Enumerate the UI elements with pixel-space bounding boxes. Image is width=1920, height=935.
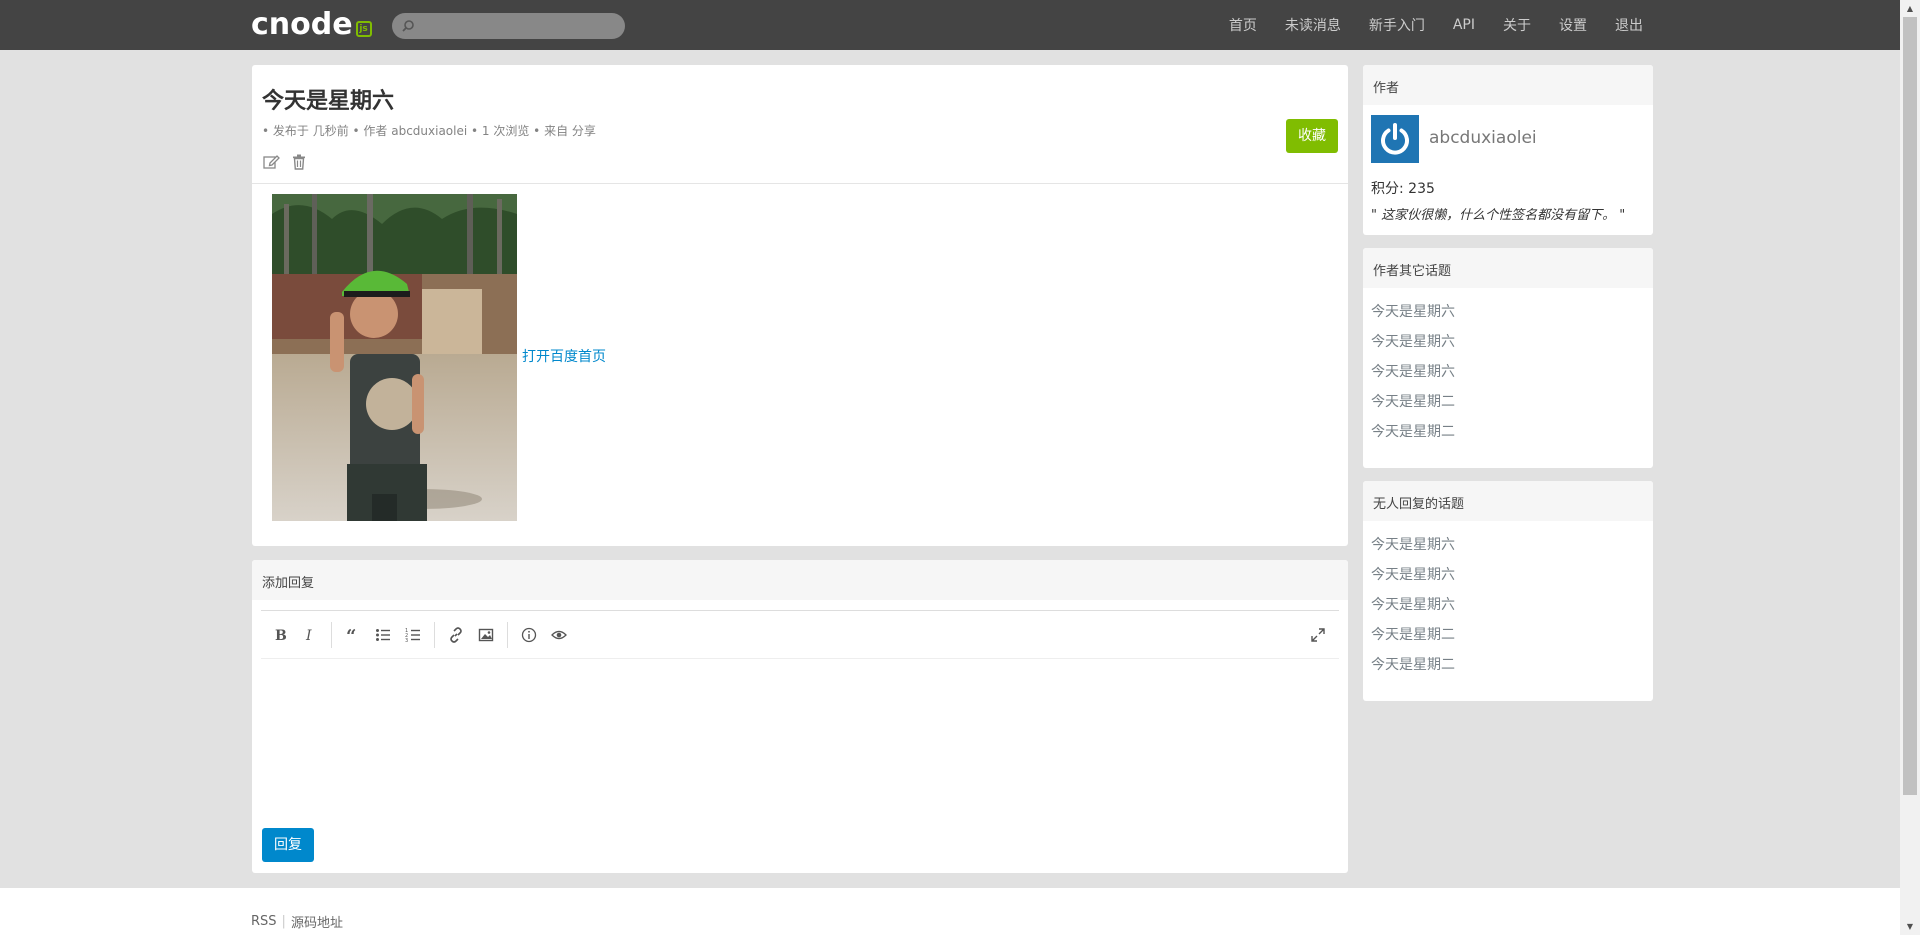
list-item[interactable]: 今天是星期二 [1371,627,1455,657]
nav-getstart[interactable]: 新手入门 [1369,15,1425,35]
trash-icon[interactable] [290,153,308,171]
list-item[interactable]: 今天是星期六 [1371,597,1455,627]
search-input[interactable] [392,13,625,39]
italic-icon[interactable]: I [295,620,325,650]
other-topics-list: 今天是星期六 今天是星期六 今天是星期六 今天是星期二 今天是星期二 [1371,304,1455,454]
list-item[interactable]: 今天是星期六 [1371,364,1455,394]
topic-meta: • 发布于 几秒前 • 作者 abcduxiaolei • 1 次浏览 • 来自… [262,124,596,138]
logo-text: cnode [251,7,353,42]
favorite-button[interactable]: 收藏 [1286,119,1338,153]
topic-photo [272,194,517,521]
page-scrollbar[interactable]: ▲ ▼ [1900,0,1920,935]
source-link[interactable]: 源码地址 [291,912,343,931]
topic-divider [252,183,1348,184]
ordered-list-icon[interactable]: 1 2 3 [398,620,428,650]
author-panel: 作者 abcduxiaolei 积分: 235 " 这家伙很懒，什么个性签名都没… [1363,65,1653,235]
toolbar-separator [507,621,508,648]
nav-about[interactable]: 关于 [1503,15,1531,35]
author-header-label: 作者 [1373,81,1400,96]
list-item[interactable]: 今天是星期六 [1371,304,1455,334]
topic-actions [262,153,318,171]
noreply-topics-header: 无人回复的话题 [1363,481,1653,521]
svg-text:I: I [305,628,312,643]
svg-text:3: 3 [405,638,408,643]
nav-unread[interactable]: 未读消息 [1285,15,1341,35]
link-icon[interactable] [441,620,471,650]
list-item[interactable]: 今天是星期二 [1371,657,1455,687]
nav-api[interactable]: API [1453,17,1475,33]
other-topics-header: 作者其它话题 [1363,248,1653,288]
reply-panel: 添加回复 B I “ 1 2 3 回复 [252,560,1348,873]
image-icon[interactable] [471,620,501,650]
baidu-link[interactable]: 打开百度首页 [522,346,606,366]
noreply-topics-panel: 无人回复的话题 今天是星期六 今天是星期六 今天是星期六 今天是星期二 今天是星… [1363,481,1653,701]
other-topics-header-label: 作者其它话题 [1373,264,1452,279]
rss-link[interactable]: RSS [251,914,277,929]
fullscreen-icon[interactable] [1303,620,1333,650]
nav-settings[interactable]: 设置 [1559,15,1587,35]
cnode-logo[interactable]: cnode js [251,7,372,43]
edit-icon[interactable] [262,153,280,171]
scroll-down-icon[interactable]: ▼ [1900,918,1920,935]
footer: RSS | 源码地址 [0,888,1900,935]
author-name[interactable]: abcduxiaolei [1429,128,1537,148]
reply-submit-button[interactable]: 回复 [262,828,314,862]
scroll-up-icon[interactable]: ▲ [1900,0,1920,17]
list-item[interactable]: 今天是星期六 [1371,537,1455,567]
svg-text:“: “ [346,627,356,643]
list-item[interactable]: 今天是星期二 [1371,394,1455,424]
reply-header-label: 添加回复 [262,576,315,591]
svg-text:B: B [275,628,287,643]
reply-editor[interactable]: B I “ 1 2 3 [261,610,1339,820]
info-icon[interactable] [514,620,544,650]
unordered-list-icon[interactable] [368,620,398,650]
toolbar-separator [434,621,435,648]
search-icon [402,20,414,32]
power-icon [1381,123,1409,155]
list-item[interactable]: 今天是星期二 [1371,424,1455,454]
footer-separator: | [281,914,286,929]
noreply-topics-header-label: 无人回复的话题 [1373,497,1465,512]
quote-icon[interactable]: “ [338,620,368,650]
scroll-thumb[interactable] [1903,17,1917,795]
list-item[interactable]: 今天是星期六 [1371,567,1455,597]
noreply-topics-list: 今天是星期六 今天是星期六 今天是星期六 今天是星期二 今天是星期二 [1371,537,1455,687]
preview-eye-icon[interactable] [544,620,574,650]
topic-title: 今天是星期六 [262,89,395,114]
topic-panel: 今天是星期六 • 发布于 几秒前 • 作者 abcduxiaolei • 1 次… [252,65,1348,546]
author-header: 作者 [1363,65,1653,105]
footer-links: RSS | 源码地址 [251,912,343,931]
list-item[interactable]: 今天是星期六 [1371,334,1455,364]
nav-links: 首页 未读消息 新手入门 API 关于 设置 退出 [1229,0,1643,50]
author-signature: " 这家伙很懒，什么个性签名都没有留下。 " [1371,208,1626,223]
nav-home[interactable]: 首页 [1229,15,1257,35]
navbar: cnode js 首页 未读消息 新手入门 API 关于 设置 退出 [0,0,1900,50]
nodejs-hex-icon: js [355,21,372,37]
reply-header: 添加回复 [252,560,1348,600]
bold-icon[interactable]: B [265,620,295,650]
other-topics-panel: 作者其它话题 今天是星期六 今天是星期六 今天是星期六 今天是星期二 今天是星期… [1363,248,1653,468]
editor-toolbar: B I “ 1 2 3 [261,611,1339,659]
toolbar-separator [331,621,332,648]
nav-logout[interactable]: 退出 [1615,15,1643,35]
avatar[interactable] [1371,115,1419,163]
author-score: 积分: 235 [1371,181,1435,197]
